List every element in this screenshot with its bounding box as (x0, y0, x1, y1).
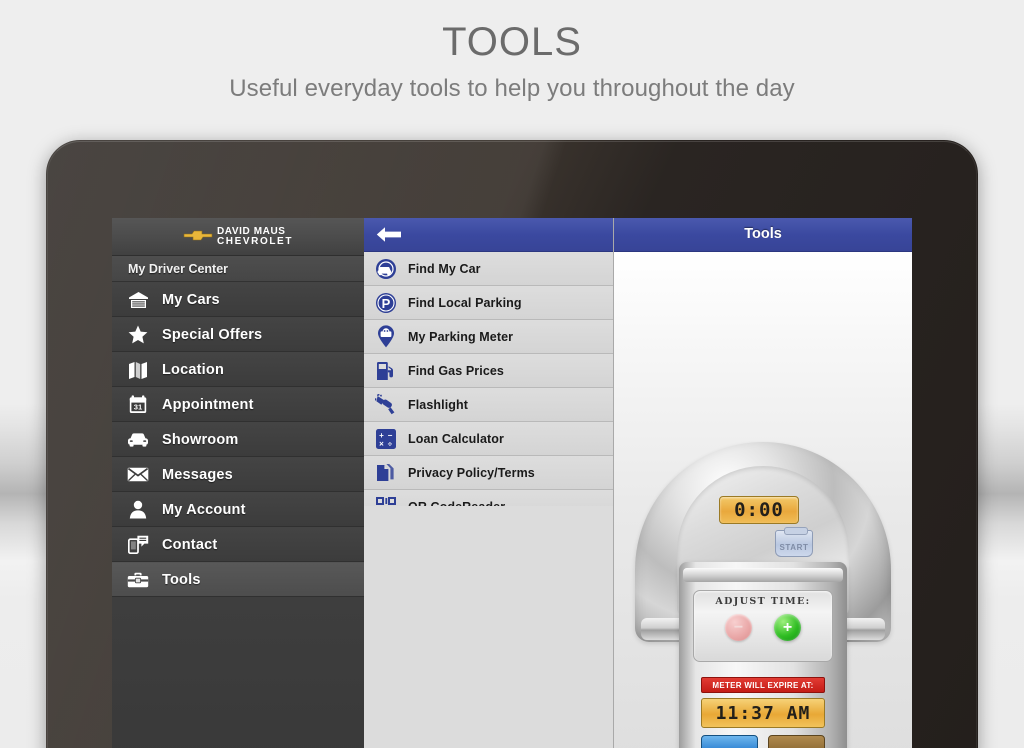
sidebar-item-label: Appointment (162, 396, 254, 413)
tool-item-label: My Parking Meter (408, 329, 514, 344)
meter-blue-button[interactable] (701, 735, 758, 748)
tool-item-find-local-parking[interactable]: P Find Local Parking (364, 286, 613, 320)
tool-item-label: Privacy Policy/Terms (408, 465, 535, 480)
meter-body-top-bar (683, 568, 843, 582)
map-icon (125, 359, 151, 381)
sidebar-item-tools[interactable]: Tools (112, 562, 364, 597)
toolbox-icon (125, 569, 151, 591)
sidebar-item-label: My Account (162, 501, 246, 518)
dealer-logo: DAVID MAUS CHEVROLET (183, 227, 293, 246)
page-header: TOOLS Useful everyday tools to help you … (0, 0, 1024, 103)
tools-list-empty-space (364, 506, 613, 748)
sidebar-item-location[interactable]: Location (112, 352, 364, 387)
expire-banner-label: METER WILL EXPIRE AT: (701, 677, 825, 693)
content-title: Tools (744, 226, 782, 242)
tool-item-label: Find Gas Prices (408, 363, 504, 378)
app-sidebar: DAVID MAUS CHEVROLET My Driver Center My… (112, 218, 364, 748)
envelope-icon (125, 464, 151, 486)
calculator-icon: + − × ÷ (374, 427, 397, 450)
parking-meter-pin-icon (374, 325, 397, 348)
tool-item-privacy-policy-terms[interactable]: Privacy Policy/Terms (364, 456, 613, 490)
adjust-time-buttons: − + (694, 614, 832, 641)
sidebar-item-special-offers[interactable]: Special Offers (112, 317, 364, 352)
adjust-time-panel: ADJUST TIME: − + (693, 590, 833, 662)
phone-chat-icon (125, 534, 151, 556)
tablet-screen: DAVID MAUS CHEVROLET My Driver Center My… (112, 218, 912, 748)
tool-item-label: Flashlight (408, 397, 469, 412)
meter-start-button[interactable]: START (775, 527, 813, 557)
person-icon (125, 499, 151, 521)
svg-text:×: × (379, 439, 384, 448)
tool-item-label: Loan Calculator (408, 431, 504, 446)
gas-pump-icon (374, 359, 397, 382)
sidebar-item-my-cars[interactable]: My Cars (112, 282, 364, 317)
tool-item-label: Find My Car (408, 261, 481, 276)
sidebar-item-label: Tools (162, 571, 201, 588)
documents-icon (374, 461, 397, 484)
meter-body: ADJUST TIME: − + METER WILL EXPIRE AT: 1… (679, 562, 847, 748)
tools-list-panel: Find My Car P Find Local Parking My Park… (364, 218, 614, 748)
back-arrow-icon[interactable] (376, 226, 402, 243)
car-radar-icon (374, 257, 397, 280)
content-body: 0:00 START ADJUST TIME: − + METER WILL E… (614, 252, 912, 748)
tool-item-find-my-car[interactable]: Find My Car (364, 252, 613, 286)
tool-item-label: Find Local Parking (408, 295, 522, 310)
expire-time-display: 11:37 AM (701, 698, 825, 728)
chevrolet-bowtie-icon (183, 228, 213, 246)
tools-list-topbar (364, 218, 613, 252)
tool-item-loan-calculator[interactable]: + − × ÷ Loan Calculator (364, 422, 613, 456)
sidebar-item-contact[interactable]: Contact (112, 527, 364, 562)
page-subtitle: Useful everyday tools to help you throug… (229, 75, 795, 102)
tool-item-my-parking-meter[interactable]: My Parking Meter (364, 320, 613, 354)
qr-code-icon (374, 495, 397, 506)
meter-tan-button[interactable] (768, 735, 825, 748)
sidebar-item-label: My Cars (162, 291, 220, 308)
tablet-device-frame: DAVID MAUS CHEVROLET My Driver Center My… (46, 140, 978, 748)
increase-time-button[interactable]: + (774, 614, 801, 641)
sidebar-item-label: Messages (162, 466, 233, 483)
sidebar-section-header: My Driver Center (112, 256, 364, 282)
garage-icon (125, 289, 151, 311)
page-title: TOOLS (442, 20, 582, 64)
sidebar-item-label: Showroom (162, 431, 239, 448)
sidebar-item-appointment[interactable]: 31 Appointment (112, 387, 364, 422)
meter-time-display: 0:00 (719, 496, 799, 524)
calendar-icon: 31 (125, 394, 151, 416)
star-icon (125, 324, 151, 346)
tool-item-flashlight[interactable]: Flashlight (364, 388, 613, 422)
flashlight-icon (374, 393, 397, 416)
svg-text:÷: ÷ (387, 439, 392, 448)
sidebar-filler (112, 597, 364, 748)
dealer-logo-bar: DAVID MAUS CHEVROLET (112, 218, 364, 256)
sidebar-item-label: Contact (162, 536, 218, 553)
decrease-time-button[interactable]: − (725, 614, 752, 641)
sidebar-item-my-account[interactable]: My Account (112, 492, 364, 527)
svg-text:31: 31 (134, 403, 143, 412)
tool-item-qr-code-reader[interactable]: QR CodeReader (364, 490, 613, 506)
sidebar-item-label: Special Offers (162, 326, 263, 343)
adjust-time-label: ADJUST TIME: (715, 596, 811, 607)
meter-bottom-buttons (701, 735, 825, 748)
tool-item-find-gas-prices[interactable]: Find Gas Prices (364, 354, 613, 388)
dealer-logo-line2: CHEVROLET (216, 235, 294, 247)
content-panel: Tools 0:00 START ADJUST TIME: − + METER … (614, 218, 912, 748)
dealer-logo-text: DAVID MAUS CHEVROLET (217, 227, 293, 246)
car-icon (125, 429, 151, 451)
parking-p-icon: P (374, 291, 397, 314)
sidebar-item-messages[interactable]: Messages (112, 457, 364, 492)
svg-text:P: P (381, 296, 390, 311)
parking-meter-graphic: 0:00 START ADJUST TIME: − + METER WILL E… (614, 442, 912, 748)
sidebar-item-showroom[interactable]: Showroom (112, 422, 364, 457)
sidebar-item-label: Location (162, 361, 225, 378)
tools-list: Find My Car P Find Local Parking My Park… (364, 252, 613, 506)
